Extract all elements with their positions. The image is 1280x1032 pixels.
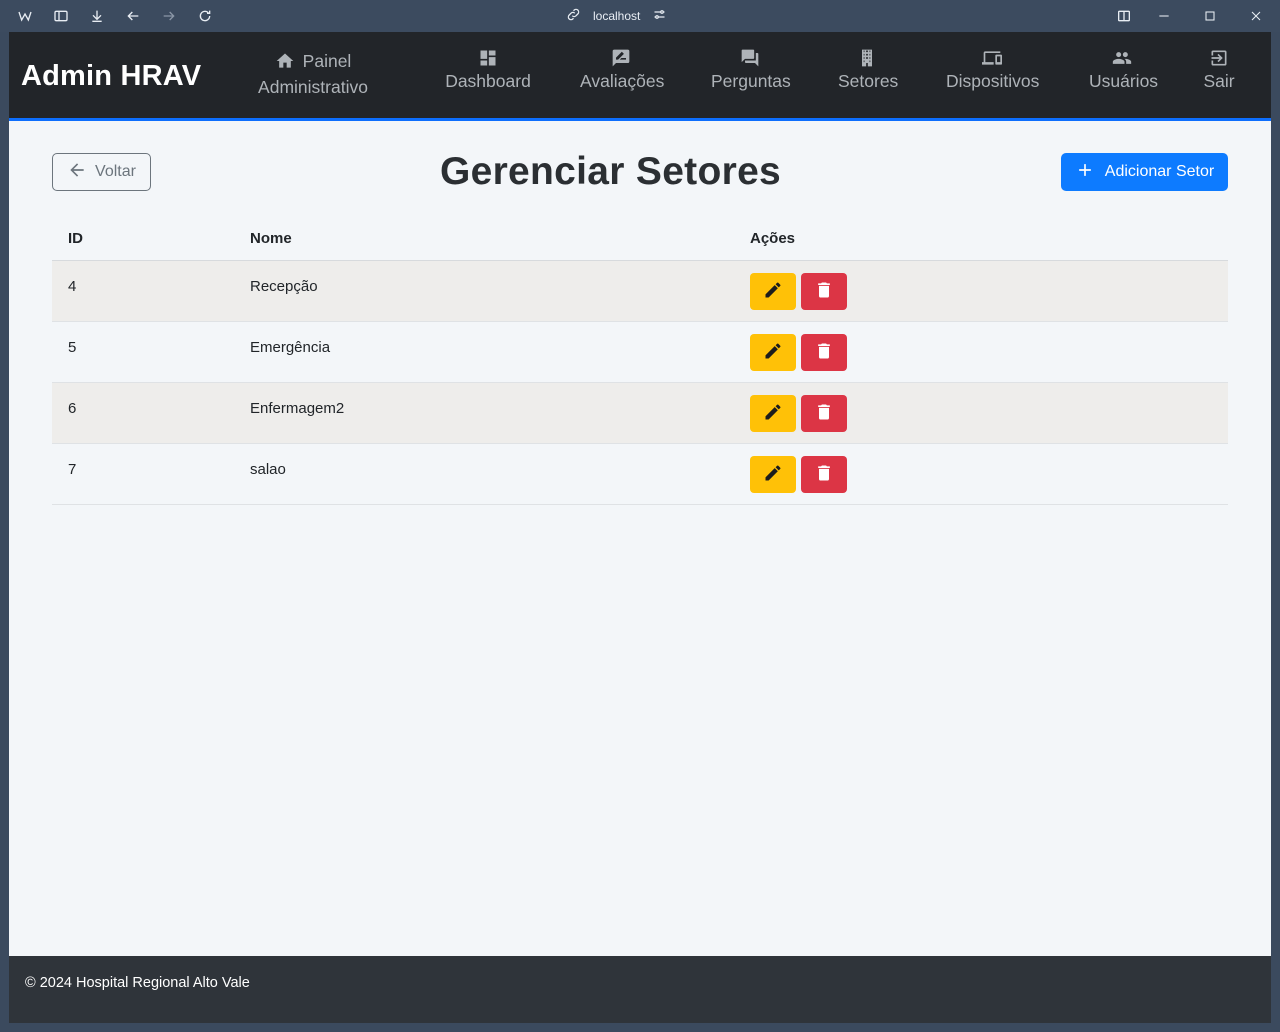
- forum-icon: [740, 48, 760, 68]
- top-navbar: Admin HRAV Painel Administrativo Dashboa…: [9, 32, 1271, 121]
- cell-id: 6: [52, 382, 234, 444]
- pencil-icon: [763, 463, 783, 486]
- delete-button[interactable]: [801, 272, 848, 310]
- page-title: Gerenciar Setores: [439, 150, 782, 193]
- forward-arrow-icon[interactable]: [160, 7, 178, 25]
- nav-item-avaliacoes[interactable]: Avaliações: [580, 48, 665, 94]
- edit-button[interactable]: [750, 394, 796, 432]
- nav-item-painel[interactable]: Painel Administrativo: [257, 48, 369, 100]
- people-icon: [1112, 48, 1132, 68]
- nav-item-usuarios[interactable]: Usuários: [1089, 48, 1159, 94]
- edit-button[interactable]: [750, 333, 796, 371]
- address-bar[interactable]: localhost: [566, 6, 667, 26]
- link-icon: [566, 7, 581, 25]
- maximize-icon[interactable]: [1201, 7, 1219, 25]
- cell-nome: Recepção: [234, 260, 734, 322]
- trash-icon: [814, 341, 834, 364]
- table-row: 6 Enfermagem2: [52, 382, 1228, 444]
- nav-label-dispositivos: Dispositivos: [946, 71, 1040, 91]
- nav-label-avaliacoes: Avaliações: [580, 71, 665, 91]
- add-setor-button[interactable]: Adicionar Setor: [1061, 153, 1228, 191]
- back-arrow-icon[interactable]: [124, 7, 142, 25]
- business-icon: [857, 48, 877, 68]
- cell-acoes: [734, 382, 1228, 444]
- column-header-nome: Nome: [234, 218, 734, 261]
- nav-item-dispositivos[interactable]: Dispositivos: [946, 48, 1040, 94]
- close-icon[interactable]: [1247, 7, 1265, 25]
- page-footer: © 2024 Hospital Regional Alto Vale: [9, 956, 1271, 1023]
- navbar-accent-line: [9, 118, 1271, 121]
- cell-nome: Emergência: [234, 321, 734, 383]
- nav-label-dashboard: Dashboard: [445, 71, 531, 91]
- exit-icon: [1209, 48, 1229, 68]
- devices-icon: [982, 48, 1002, 68]
- download-icon[interactable]: [88, 7, 106, 25]
- brand-title[interactable]: Admin HRAV: [21, 60, 201, 93]
- table-row: 7 salao: [52, 443, 1228, 505]
- cell-acoes: [734, 443, 1228, 505]
- nav-item-sair[interactable]: Sair: [1203, 48, 1235, 94]
- plus-icon: [1075, 160, 1095, 185]
- table-header-row: ID Nome Ações: [52, 218, 1228, 261]
- setores-table: ID Nome Ações 4 Recepção 5 Emergência 6 …: [52, 218, 1228, 505]
- cell-acoes: [734, 260, 1228, 322]
- cell-id: 4: [52, 260, 234, 322]
- edit-button[interactable]: [750, 455, 796, 493]
- nav-label-administrativo: Administrativo: [258, 77, 368, 97]
- cell-acoes: [734, 321, 1228, 383]
- minimize-icon[interactable]: [1155, 7, 1173, 25]
- delete-button[interactable]: [801, 455, 848, 493]
- site-settings-icon[interactable]: [652, 7, 667, 25]
- column-header-acoes: Ações: [734, 218, 1228, 261]
- cell-nome: Enfermagem2: [234, 382, 734, 444]
- page-viewport: Admin HRAV Painel Administrativo Dashboa…: [9, 32, 1271, 1023]
- nav-label-setores: Setores: [838, 71, 899, 91]
- pencil-icon: [763, 341, 783, 364]
- delete-button[interactable]: [801, 333, 848, 371]
- pencil-icon: [763, 402, 783, 425]
- add-setor-label: Adicionar Setor: [1104, 163, 1215, 180]
- nav-item-setores[interactable]: Setores: [838, 48, 899, 94]
- rate-review-icon: [611, 48, 631, 68]
- delete-button[interactable]: [801, 394, 848, 432]
- edit-button[interactable]: [750, 272, 796, 310]
- column-header-id: ID: [52, 218, 234, 261]
- trash-icon: [814, 402, 834, 425]
- home-icon: [275, 51, 295, 71]
- cell-id: 5: [52, 321, 234, 383]
- browser-toolbar: localhost: [0, 0, 1280, 32]
- nav-label-sair: Sair: [1203, 71, 1235, 91]
- reload-icon[interactable]: [196, 7, 214, 25]
- cell-nome: salao: [234, 443, 734, 505]
- trash-icon: [814, 463, 834, 486]
- nav-label-painel: Painel: [302, 51, 352, 71]
- nav-label-usuarios: Usuários: [1089, 71, 1159, 91]
- trash-icon: [814, 280, 834, 303]
- url-text: localhost: [593, 9, 641, 23]
- browser-logo-icon[interactable]: [16, 7, 34, 25]
- cell-id: 7: [52, 443, 234, 505]
- split-view-icon[interactable]: [1115, 7, 1133, 25]
- nav-item-perguntas[interactable]: Perguntas: [711, 48, 791, 94]
- nav-label-perguntas: Perguntas: [711, 71, 791, 91]
- sidebar-toggle-icon[interactable]: [52, 7, 70, 25]
- dashboard-icon: [478, 48, 498, 68]
- pencil-icon: [763, 280, 783, 303]
- table-row: 5 Emergência: [52, 321, 1228, 383]
- footer-copyright: © 2024 Hospital Regional Alto Vale: [25, 975, 250, 991]
- table-row: 4 Recepção: [52, 260, 1228, 322]
- nav-item-dashboard[interactable]: Dashboard: [445, 48, 531, 94]
